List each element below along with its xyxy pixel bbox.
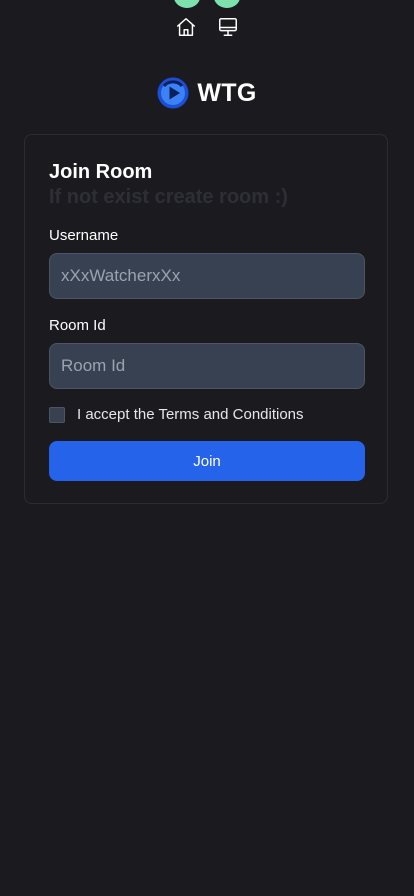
home-button[interactable] bbox=[175, 16, 197, 38]
desktop-button[interactable] bbox=[217, 16, 239, 38]
join-room-page: WTG Join Room If not exist create room :… bbox=[0, 0, 414, 896]
username-input[interactable] bbox=[49, 253, 365, 299]
join-button[interactable]: Join bbox=[49, 441, 365, 481]
brand-name: WTG bbox=[197, 78, 257, 107]
form-subtitle: If not exist create room :) bbox=[49, 186, 288, 208]
terms-row: I accept the Terms and Conditions bbox=[49, 406, 304, 423]
top-nav bbox=[0, 16, 414, 38]
desktop-icon bbox=[219, 18, 237, 36]
terms-label[interactable]: I accept the Terms and Conditions bbox=[77, 406, 304, 423]
room-id-input[interactable] bbox=[49, 343, 365, 389]
room-id-label: Room Id bbox=[49, 317, 106, 334]
brand[interactable]: WTG bbox=[0, 77, 414, 109]
decorative-blob-left bbox=[174, 0, 200, 8]
username-label: Username bbox=[49, 227, 119, 244]
home-icon bbox=[177, 18, 195, 36]
join-room-card: Join Room If not exist create room :) Us… bbox=[24, 134, 388, 504]
form-title: Join Room bbox=[49, 161, 153, 183]
decorative-blob-right bbox=[214, 0, 240, 8]
wtg-play-logo-icon bbox=[157, 77, 189, 109]
terms-checkbox[interactable] bbox=[49, 406, 65, 423]
